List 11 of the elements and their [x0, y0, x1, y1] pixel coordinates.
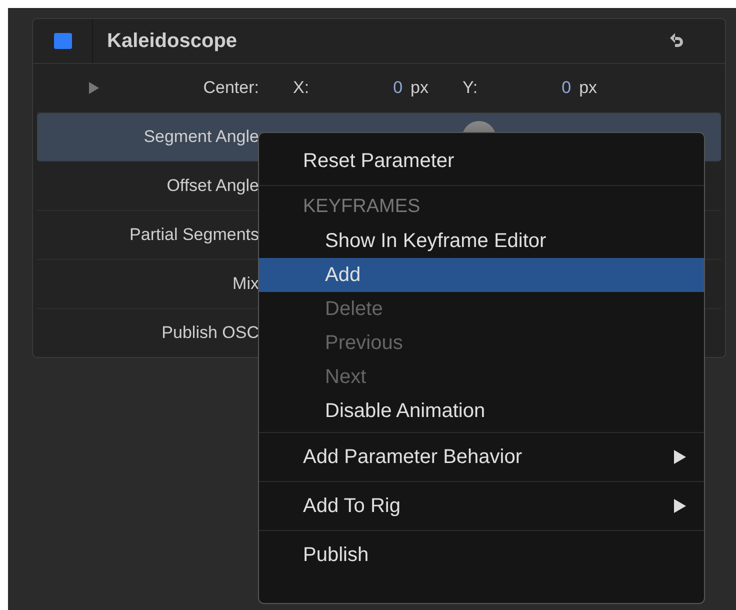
parameter-label: Mix: [232, 274, 259, 294]
panel-title: Kaleidoscope: [107, 30, 238, 52]
unit-label: px: [410, 78, 428, 98]
parameter-label: Segment Angle: [142, 127, 259, 147]
parameter-label: Offset Angle: [166, 176, 259, 196]
unit-label: px: [579, 78, 598, 98]
y-label: Y:: [462, 78, 478, 98]
parameter-label: Center:: [202, 78, 259, 98]
parameter-label: Partial Segments: [128, 225, 259, 245]
menu-section-header: KEYFRAMES: [302, 195, 422, 219]
x-label: X:: [293, 78, 310, 98]
